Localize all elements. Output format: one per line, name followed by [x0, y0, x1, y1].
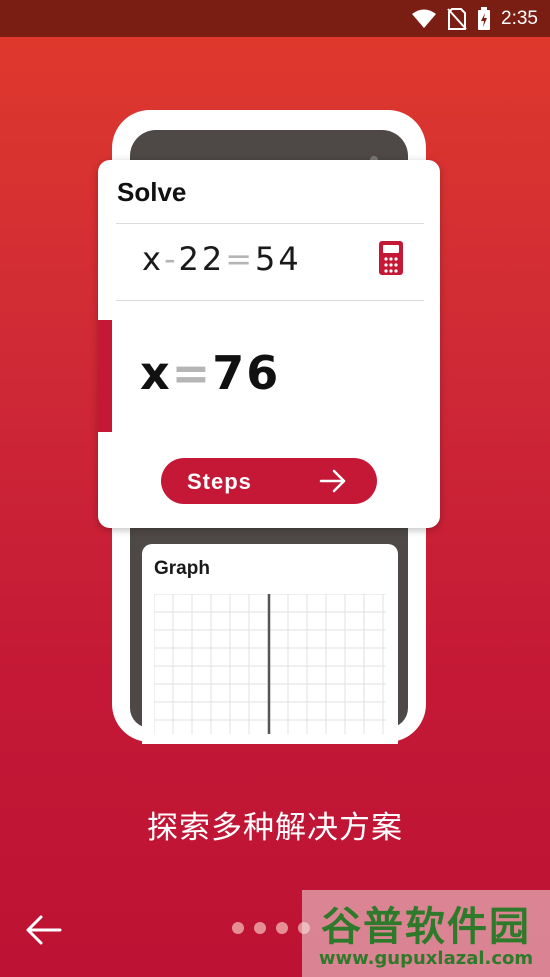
steps-label: Steps: [187, 469, 252, 494]
page-dot: [276, 922, 288, 934]
graph-title: Graph: [154, 558, 210, 579]
result-equals: =: [171, 346, 213, 400]
wifi-icon: [411, 9, 437, 29]
status-time: 2:35: [501, 7, 538, 29]
back-button[interactable]: [24, 910, 64, 950]
equation-num2: 54: [255, 240, 302, 278]
arrow-left-icon: [24, 915, 64, 954]
battery-charging-icon: [477, 6, 491, 31]
watermark-url: www.gupuxlazal.com: [318, 948, 534, 969]
onboarding-caption: 探索多种解决方案: [147, 810, 403, 846]
equation-num1: 22: [178, 240, 226, 278]
graph-card: Graph: [142, 544, 398, 744]
equation-equals: =: [225, 240, 256, 278]
result-var: x: [140, 346, 172, 400]
equation-var: x: [142, 240, 164, 278]
steps-button[interactable]: Steps: [161, 458, 377, 504]
solve-card: Solve x-22=54 x=76 Steps: [98, 160, 440, 528]
no-sim-icon: [447, 7, 467, 30]
result-accent-bar: [98, 320, 112, 432]
watermark-title: 谷普软件园: [321, 904, 531, 950]
page-indicator: [232, 922, 310, 934]
page-dot: [254, 922, 266, 934]
watermark: 谷普软件园 www.gupuxlazal.com: [302, 890, 550, 977]
equation-display[interactable]: x-22=54: [142, 240, 302, 278]
graph-grid: [154, 594, 386, 734]
divider: [116, 300, 424, 301]
result-value: 76: [212, 346, 281, 400]
arrow-right-icon: [319, 469, 347, 496]
page-dot: [232, 922, 244, 934]
status-bar: 2:35: [0, 0, 550, 37]
divider: [116, 223, 424, 224]
equation-minus: -: [163, 240, 179, 278]
calculator-icon[interactable]: [378, 240, 404, 281]
status-icons: 2:35: [411, 0, 538, 37]
result-display: x=76: [140, 346, 280, 400]
solve-title: Solve: [117, 177, 187, 207]
